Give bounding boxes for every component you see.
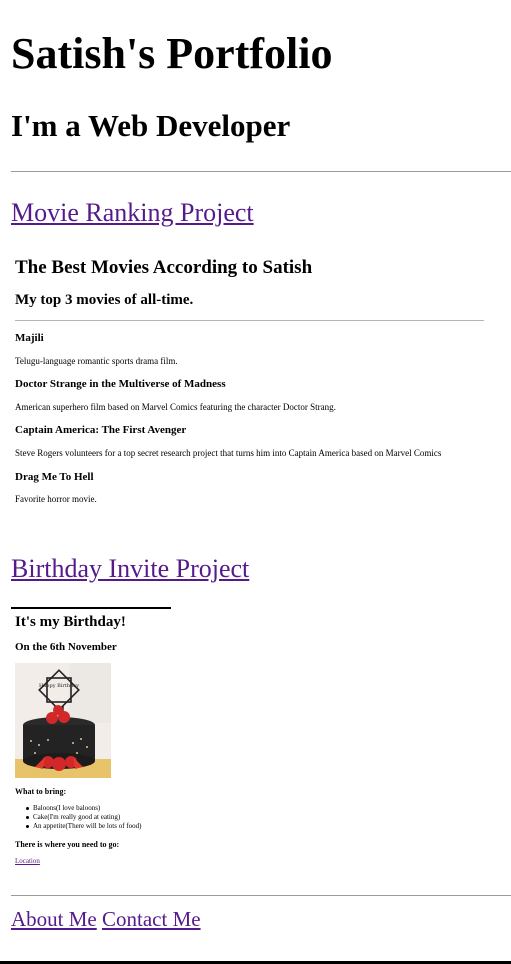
location-heading: There is where you need to go: — [15, 840, 120, 849]
birthday-cake-image: Happy Birthday — [15, 663, 111, 778]
movie-ranking-heading: The Best Movies According to Satish — [15, 257, 313, 278]
movie-description: Telugu-language romantic sports drama fi… — [15, 356, 178, 366]
movie-name: Captain America: The First Avenger — [15, 424, 187, 436]
movie-name: Drag Me To Hell — [15, 471, 94, 483]
page-title: Satish's Portfolio — [11, 29, 333, 78]
list-item: An appetite(There will be lots of food) — [26, 822, 141, 831]
birthday-heading: It's my Birthday! — [15, 614, 126, 630]
movie-ranking-divider — [15, 320, 484, 321]
header-divider — [11, 171, 511, 172]
movie-description: American superhero film based on Marvel … — [15, 402, 336, 412]
list-item: Baloons(I love baloons) — [26, 804, 141, 813]
footer-nav: About Me Contact Me — [11, 906, 201, 932]
birthday-frame-top-border — [11, 607, 171, 609]
bullet-icon — [26, 807, 29, 810]
location-link[interactable]: Location — [15, 857, 40, 866]
movie-ranking-frame: The Best Movies According to Satish My t… — [15, 240, 495, 530]
movie-description: Steve Rogers volunteers for a top secret… — [15, 448, 442, 458]
bring-list: Baloons(I love baloons) Cake(I'm really … — [26, 804, 141, 831]
movie-name: Majili — [15, 332, 44, 344]
birthday-invite-project-link[interactable]: Birthday Invite Project — [11, 553, 249, 585]
cake-topper-text: Happy Birthday — [39, 683, 79, 689]
list-item: Cake(I'm really good at eating) — [26, 813, 141, 822]
about-me-link[interactable]: About Me — [11, 907, 97, 931]
page-subtitle: I'm a Web Developer — [11, 108, 291, 143]
what-to-bring-heading: What to bring: — [15, 787, 67, 796]
movie-ranking-project-link[interactable]: Movie Ranking Project — [11, 197, 254, 229]
footer-divider — [11, 895, 511, 896]
movie-ranking-subheading: My top 3 movies of all-time. — [15, 292, 194, 308]
contact-me-link[interactable]: Contact Me — [102, 907, 201, 931]
bullet-icon — [26, 825, 29, 828]
movie-name: Doctor Strange in the Multiverse of Madn… — [15, 378, 226, 390]
birthday-date: On the 6th November — [15, 641, 117, 653]
bullet-icon — [26, 816, 29, 819]
movie-description: Favorite horror movie. — [15, 494, 97, 504]
